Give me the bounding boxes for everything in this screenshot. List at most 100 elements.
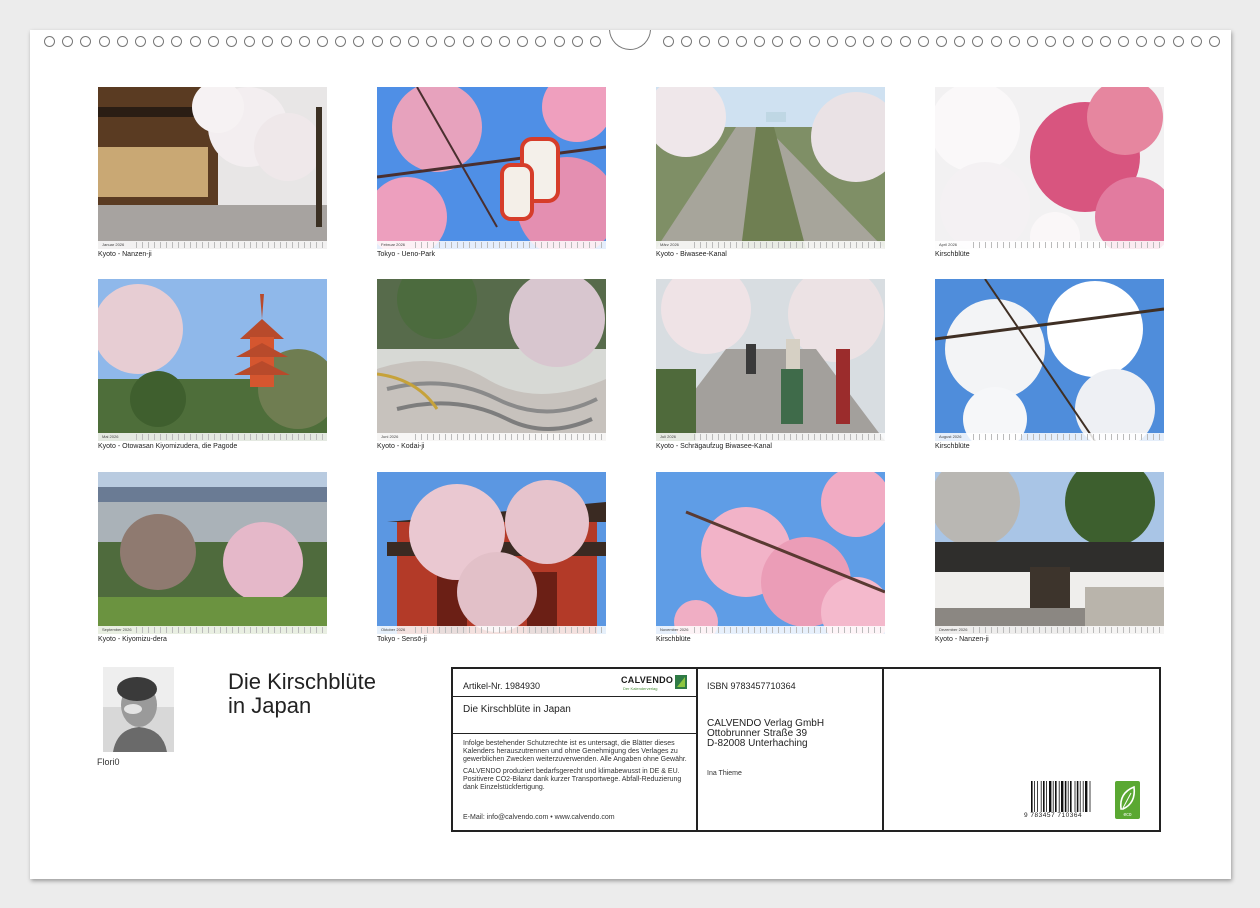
month-day-strip: März 2026 (656, 241, 885, 249)
month-photo: November 2026 (656, 472, 885, 634)
month-photo: August 2026 (935, 279, 1164, 441)
binding-ring (699, 36, 711, 47)
day-grid (415, 627, 604, 633)
photo-caption: Kyoto - Kiyomizu-dera (98, 636, 167, 643)
binding-ring (1136, 36, 1148, 47)
photo-image (935, 472, 1164, 634)
binding-ring (990, 36, 1002, 47)
binding-ring (808, 36, 820, 47)
month-label: Januar 2026 (102, 242, 125, 247)
month-photo: Oktober 2026 (377, 472, 606, 634)
binding-ring (80, 36, 92, 47)
publisher-line-3: D-82008 Unterhaching (707, 738, 808, 749)
binding-ring (298, 36, 310, 47)
publisher-info-box: Artikel-Nr. 1984930 CALVENDO Der Kalende… (451, 667, 1161, 832)
month-day-strip: Juli 2026 (656, 433, 885, 441)
day-grid (694, 242, 883, 248)
month-day-strip: November 2026 (656, 626, 885, 634)
month-day-strip: Dezember 2026 (935, 626, 1164, 634)
binding-ring (1027, 36, 1038, 47)
binding-ring (571, 36, 583, 47)
month-photo: Februar 2026 (377, 87, 606, 249)
month-label: Mai 2026 (102, 434, 119, 439)
binding-ring (517, 36, 529, 47)
binding-ring (863, 36, 875, 47)
calvendo-logo-subtitle: Der Kalenderverlag (623, 686, 658, 691)
binding-ring (772, 36, 784, 47)
title-row: Die Kirschblüte in Japan (453, 697, 696, 734)
binding-ring (135, 36, 146, 47)
contact-email: E-Mail: info@calvendo.com • www.calvendo… (463, 814, 615, 821)
day-grid (694, 627, 883, 633)
photo-image (98, 472, 327, 634)
binding-ring (153, 36, 165, 47)
binding-ring (881, 36, 893, 47)
binding-ring (735, 36, 747, 47)
day-grid (973, 434, 1162, 440)
binding-ring (936, 36, 947, 47)
day-grid (973, 242, 1162, 248)
month-label: Oktober 2026 (381, 627, 406, 632)
binding-ring (499, 36, 510, 47)
photo-image (656, 472, 885, 634)
day-grid (136, 242, 325, 248)
month-day-strip: Februar 2026 (377, 241, 606, 249)
month-label: Juli 2026 (660, 434, 677, 439)
binding-ring (408, 36, 419, 47)
photo-caption: Kirschblüte (935, 443, 970, 450)
binding-ring (954, 36, 966, 47)
day-grid (694, 434, 883, 440)
photo-caption: Kyoto - Schrägaufzug Biwasee-Kanal (656, 443, 772, 450)
month-label: Februar 2026 (381, 242, 406, 247)
binding-ring (1099, 36, 1111, 47)
binding-ring (553, 36, 565, 47)
binding-ring (845, 36, 856, 47)
binding-ring (681, 36, 693, 47)
isbn: ISBN 9783457710364 (707, 681, 796, 691)
binding-ring (317, 36, 328, 47)
binding-ring (62, 36, 74, 47)
binding-ring (335, 36, 347, 47)
month-label: November 2026 (660, 627, 689, 632)
binding-ring (280, 36, 292, 47)
binding-ring (171, 36, 183, 47)
month-photo: Dezember 2026 (935, 472, 1164, 634)
month-photo: Juni 2026 (377, 279, 606, 441)
month-label: Juni 2026 (381, 434, 399, 439)
binding-ring (244, 36, 256, 47)
calendar-back-page: Januar 2026 Februar 2026 März 2026 April 20… (30, 30, 1231, 879)
binding-ring (590, 36, 601, 47)
photo-image (98, 87, 327, 249)
legal-notice: Infolge bestehender Schutzrechte ist es … (463, 740, 688, 796)
photo-image (656, 87, 885, 249)
photo-image (656, 279, 885, 441)
month-label: September 2026 (102, 627, 132, 632)
photo-image (935, 279, 1164, 441)
photo-image (935, 87, 1164, 249)
binding-ring (353, 36, 365, 47)
binding-ring (371, 36, 383, 47)
binding-ring (262, 36, 274, 47)
binding-ring (1063, 36, 1075, 47)
photo-caption: Tokyo - Sensō-ji (377, 636, 427, 643)
day-grid (136, 627, 325, 633)
month-day-strip: Januar 2026 (98, 241, 327, 249)
binding-ring (790, 36, 802, 47)
calendar-title: Die Kirschblüte in Japan (228, 670, 376, 718)
photo-caption: Kyoto - Nanzen-ji (98, 251, 152, 258)
month-photo: März 2026 (656, 87, 885, 249)
eco-leaf-icon: eco (1115, 781, 1140, 819)
binding-ring (535, 36, 547, 47)
info-column-right: 9 783457 710364 eco (884, 669, 1159, 830)
binding-ring (754, 36, 765, 47)
binding-ring (116, 36, 128, 47)
info-column-middle: ISBN 9783457710364 CALVENDO Verlag GmbH … (698, 669, 884, 830)
publisher-address: CALVENDO Verlag GmbH Ottobrunner Straße … (707, 719, 824, 749)
info-column-left: Artikel-Nr. 1984930 CALVENDO Der Kalende… (453, 669, 698, 830)
binding-ring (1045, 36, 1057, 47)
binding-ring (207, 36, 219, 47)
month-photo: September 2026 (98, 472, 327, 634)
calvendo-logo-icon (675, 675, 687, 689)
article-number: Artikel-Nr. 1984930 (463, 681, 541, 691)
title-line-1: Die Kirschblüte (228, 669, 376, 694)
